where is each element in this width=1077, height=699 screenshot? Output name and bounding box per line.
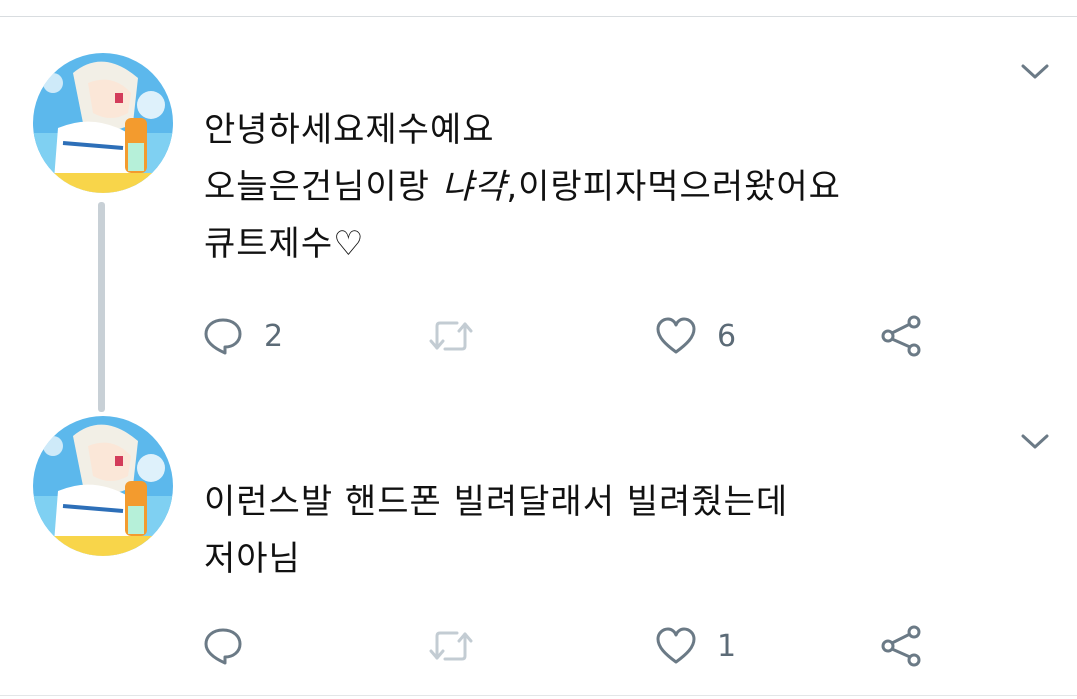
reply-icon xyxy=(204,628,242,665)
reply-button[interactable] xyxy=(202,624,264,668)
retweet-icon xyxy=(429,321,473,351)
share-button[interactable] xyxy=(880,624,924,668)
tweet-text: 안녕하세요제수예요 오늘은건님이랑 냐갹,이랑피자먹으러왔어요 큐트제수♡ xyxy=(204,102,841,273)
tweet-text-line: 안녕하세요제수예요 xyxy=(204,110,495,150)
thread-connector xyxy=(98,202,105,412)
retweet-button[interactable] xyxy=(427,314,495,358)
like-button[interactable]: 1 xyxy=(655,624,736,668)
like-icon xyxy=(656,627,696,664)
like-icon xyxy=(656,317,696,354)
tweet-text: 이런스발 핸드폰 빌려달래서 빌려줬는데 저아님 xyxy=(204,474,788,588)
share-button[interactable] xyxy=(880,314,924,358)
tweet-text-segment: 오늘은건님이랑 xyxy=(204,167,442,207)
retweet-button[interactable] xyxy=(427,624,495,668)
avatar[interactable] xyxy=(33,53,173,193)
tweet-text-handwritten: 냐갹 xyxy=(441,167,507,207)
like-count: 6 xyxy=(717,318,737,354)
share-icon xyxy=(881,625,921,667)
like-button[interactable]: 6 xyxy=(655,314,736,358)
reply-icon xyxy=(204,318,242,355)
like-count: 1 xyxy=(717,628,737,664)
reply-button[interactable]: 2 xyxy=(202,314,283,358)
tweet-text-segment: ,이랑피자먹으러왔어요 xyxy=(506,167,841,207)
tweet-text-line: 저아님 xyxy=(204,539,301,579)
top-divider xyxy=(0,16,1077,17)
tweet-text-line: 큐트제수♡ xyxy=(204,224,365,264)
retweet-icon xyxy=(429,631,473,661)
tweet-text-line: 오늘은건님이랑 냐갹,이랑피자먹으러왔어요 xyxy=(204,159,841,216)
reply-count: 2 xyxy=(264,318,284,354)
bottom-divider xyxy=(0,695,1077,696)
avatar[interactable] xyxy=(33,416,173,556)
tweet-text-line: 이런스발 핸드폰 빌려달래서 빌려줬는데 xyxy=(204,482,789,522)
avatar-image xyxy=(33,53,173,193)
chevron-down-icon[interactable] xyxy=(1020,432,1050,452)
avatar-image xyxy=(33,416,173,556)
chevron-down-icon[interactable] xyxy=(1020,62,1050,82)
share-icon xyxy=(881,315,921,357)
